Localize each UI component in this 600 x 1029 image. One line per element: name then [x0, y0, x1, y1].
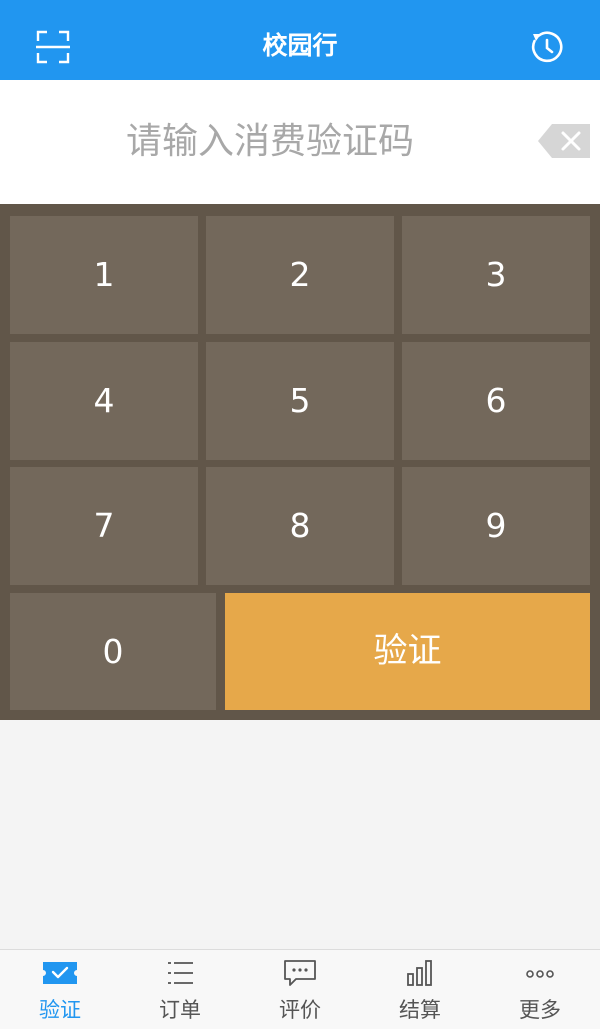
- tab-more-label: 更多: [519, 998, 561, 1022]
- key-7[interactable]: 7: [10, 467, 198, 585]
- tab-verify-label: 验证: [39, 998, 81, 1022]
- code-input-placeholder: 请输入消费验证码: [125, 121, 414, 162]
- key-1[interactable]: 1: [10, 216, 198, 334]
- backspace-icon[interactable]: [538, 124, 590, 158]
- key-3[interactable]: 3: [402, 216, 590, 334]
- tab-reviews[interactable]: 评价: [240, 950, 360, 1029]
- key-6[interactable]: 6: [402, 342, 590, 460]
- page-title: 校园行: [262, 31, 338, 60]
- tab-reviews-label: 评价: [279, 998, 321, 1022]
- comment-icon: [284, 960, 316, 986]
- app-header: 校园行: [0, 0, 600, 80]
- list-icon: [168, 962, 193, 984]
- tab-verify[interactable]: 验证: [0, 950, 120, 1029]
- tab-more[interactable]: 更多: [480, 950, 600, 1029]
- key-2[interactable]: 2: [206, 216, 394, 334]
- key-9[interactable]: 9: [402, 467, 590, 585]
- ticket-check-icon: [43, 962, 77, 984]
- key-8[interactable]: 8: [206, 467, 394, 585]
- tab-settlement-label: 结算: [399, 998, 441, 1022]
- numeric-keypad: 1 2 3 4 5 6 7 8 9 0 验证: [0, 204, 600, 720]
- more-dots-icon: [526, 970, 554, 978]
- tab-orders-label: 订单: [159, 998, 201, 1022]
- bottom-tab-bar: 验证 订单 评价 结算 更多: [0, 949, 600, 1029]
- verify-button[interactable]: 验证: [225, 593, 590, 710]
- key-5[interactable]: 5: [206, 342, 394, 460]
- bar-chart-icon: [407, 960, 432, 986]
- key-4[interactable]: 4: [10, 342, 198, 460]
- tab-orders[interactable]: 订单: [120, 950, 240, 1029]
- tab-settlement[interactable]: 结算: [360, 950, 480, 1029]
- code-input-area[interactable]: 请输入消费验证码: [0, 80, 600, 204]
- key-0[interactable]: 0: [10, 593, 216, 710]
- clock-history-icon[interactable]: [530, 30, 564, 64]
